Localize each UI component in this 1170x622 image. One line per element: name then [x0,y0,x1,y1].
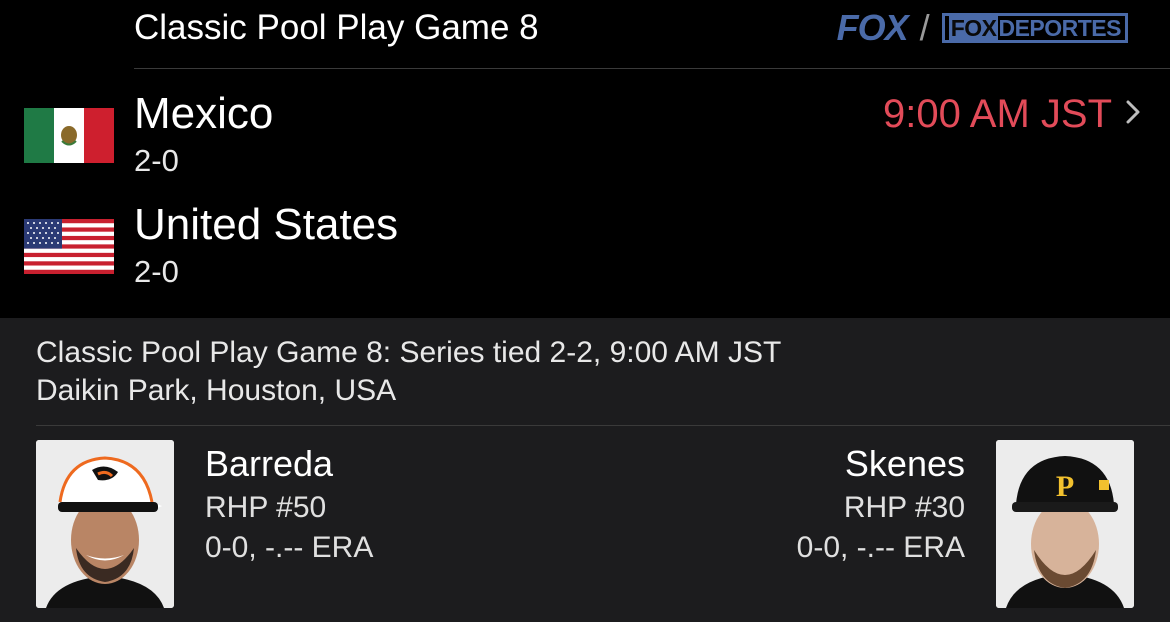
away-pitcher-headshot[interactable] [36,440,174,608]
home-pitcher-stats: 0-0, -.-- ERA [796,531,965,564]
mexico-flag-icon [24,108,114,163]
network-separator: / [919,7,930,48]
game-details-panel: Classic Pool Play Game 8: Series tied 2-… [0,318,1170,622]
game-header-panel[interactable]: Classic Pool Play Game 8 FOX / FOXDEPORT… [0,0,1170,318]
team-record: 2-0 [134,143,179,178]
team-row-home[interactable]: United States 2-0 [0,199,1170,299]
fox-deportes-logo: FOXDEPORTES [941,13,1128,43]
team-name: Mexico [134,89,274,138]
home-pitcher-position: RHP #30 [843,491,965,524]
game-time: 9:00 AM JST [883,92,1112,136]
away-pitcher-position: RHP #50 [205,491,327,524]
series-summary: Classic Pool Play Game 8: Series tied 2-… [36,336,782,369]
home-pitcher-headshot[interactable]: P [996,440,1134,608]
divider [36,425,1170,426]
team-name: United States [134,200,399,249]
svg-text:P: P [1056,470,1074,503]
away-pitcher-stats: 0-0, -.-- ERA [205,531,374,564]
venue: Daikin Park, Houston, USA [36,374,397,407]
usa-flag-icon [24,219,114,274]
team-record: 2-0 [134,254,179,289]
broadcast-networks: FOX / FOXDEPORTES [837,10,1128,46]
home-pitcher-name[interactable]: Skenes [845,444,965,484]
chevron-right-icon[interactable] [1126,100,1140,124]
game-title: Classic Pool Play Game 8 [134,8,539,47]
divider [134,68,1170,69]
fox-logo: FOX [836,7,909,48]
away-pitcher-name[interactable]: Barreda [205,444,333,484]
